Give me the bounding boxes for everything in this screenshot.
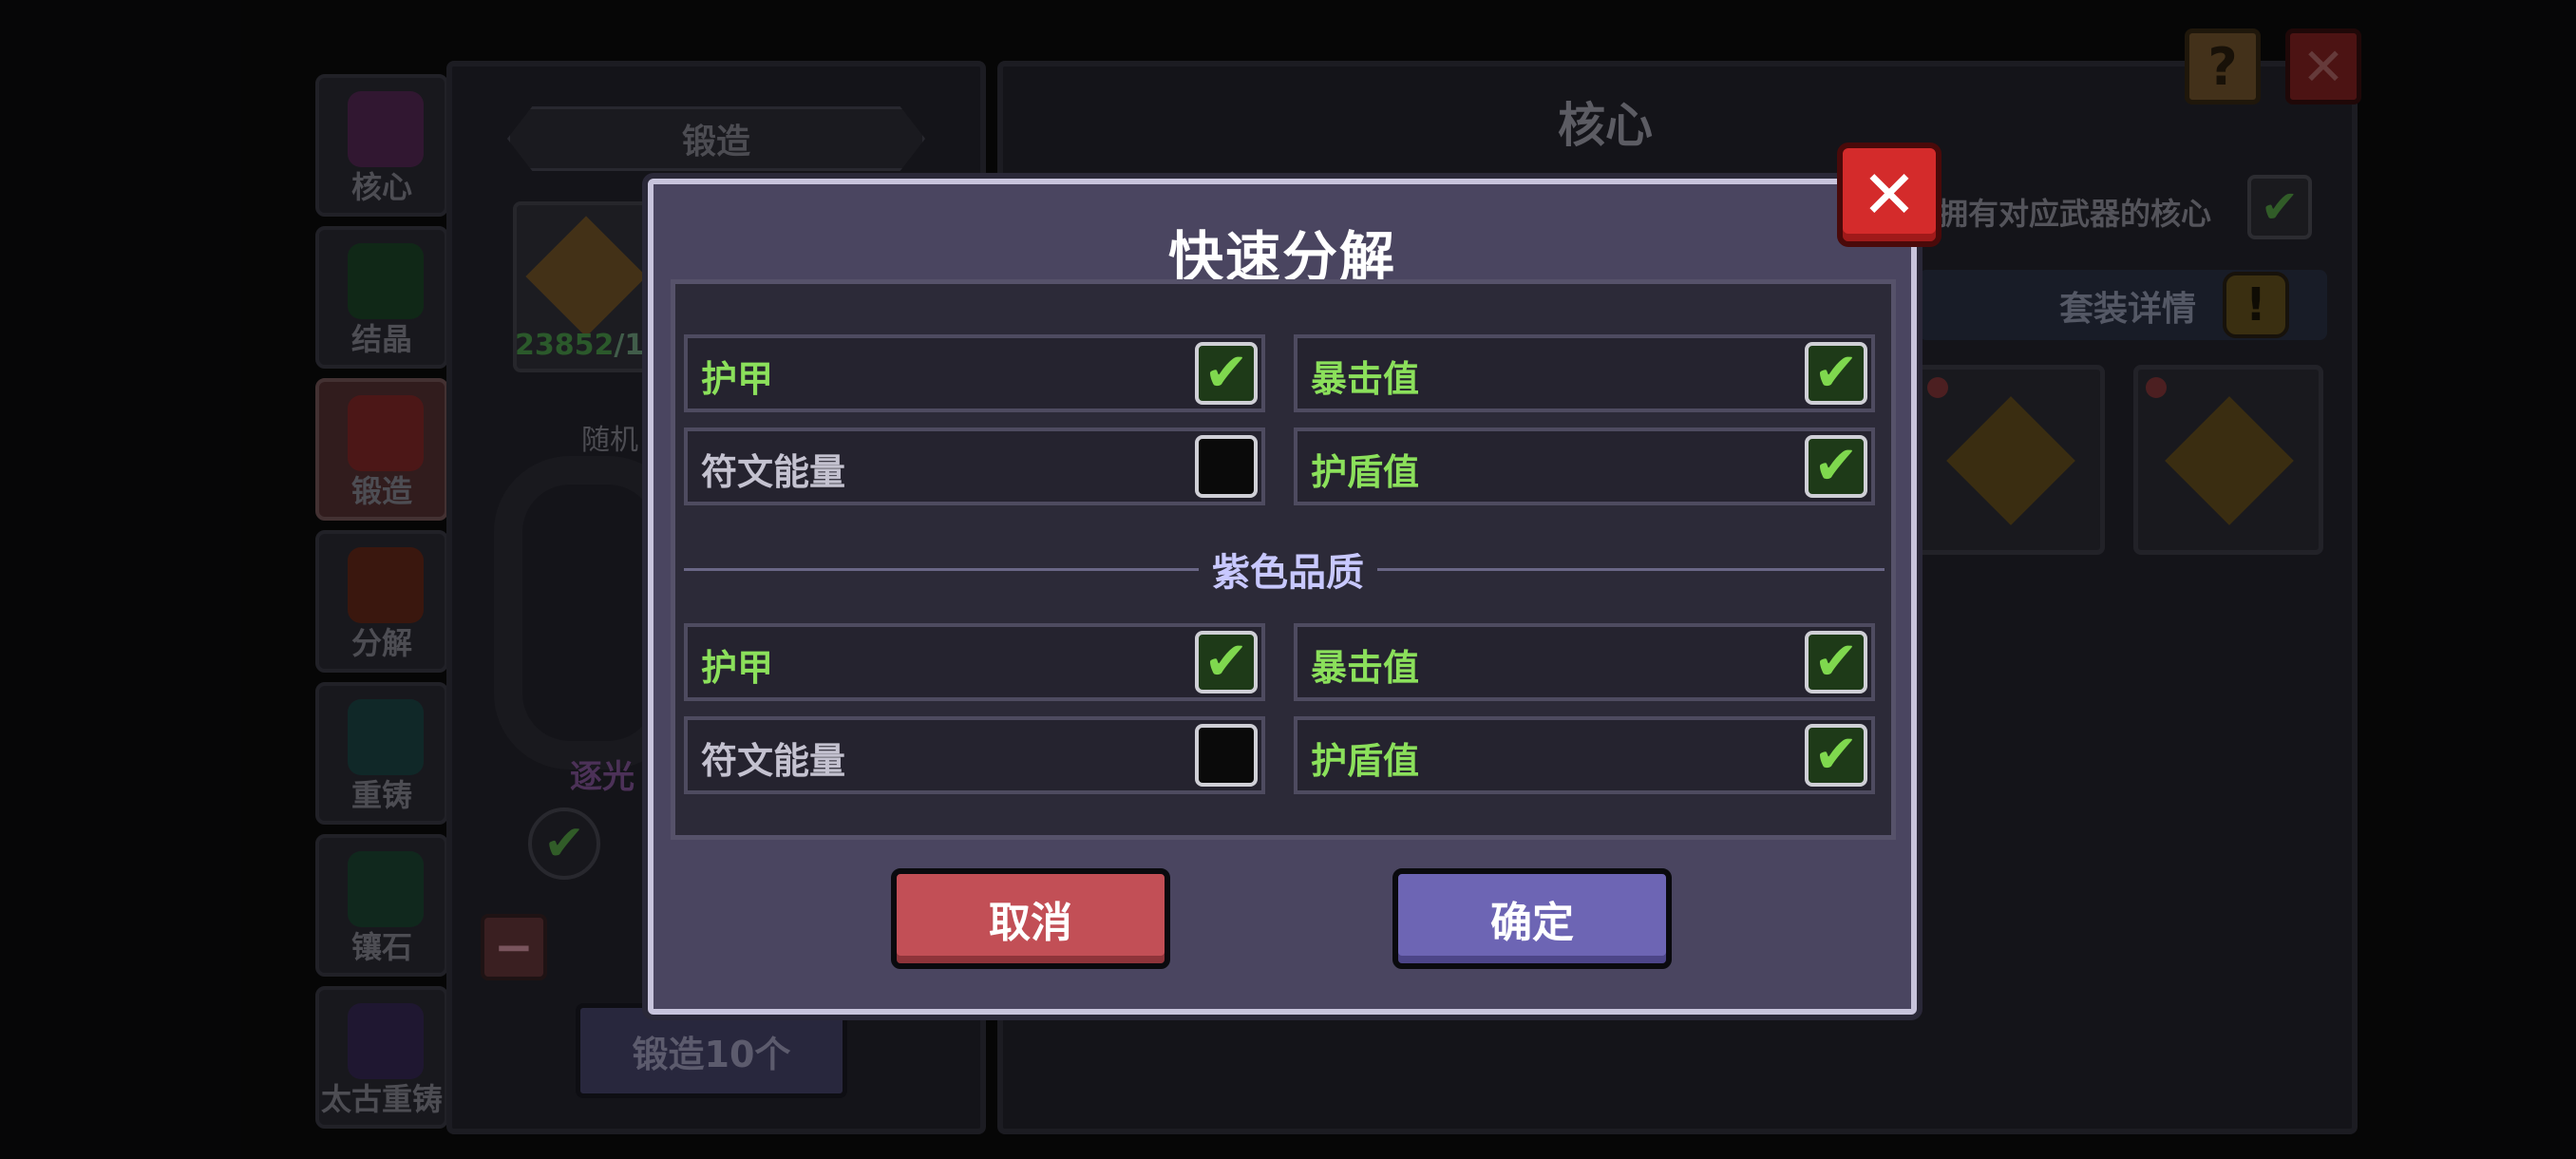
sidebar-item-label: 结晶 — [350, 321, 412, 357]
option-label: 暴击值 — [1311, 358, 1420, 400]
gem-icon — [2146, 377, 2167, 398]
option-label: 护盾值 — [1311, 740, 1420, 782]
sidebar-item-forge[interactable]: 锻造 — [315, 378, 448, 521]
gem-icon — [1927, 377, 1948, 398]
sidebar-item-recast[interactable]: 重铸 — [315, 682, 448, 825]
core-material-icon — [525, 216, 647, 337]
option-shield-purple[interactable]: 护盾值 ✔ — [1294, 716, 1875, 794]
option-shield[interactable]: 护盾值 ✔ — [1294, 428, 1875, 505]
check-icon: ✔ — [1813, 631, 1859, 693]
decrease-button[interactable]: − — [481, 914, 547, 980]
option-checkbox[interactable]: ✔ — [1805, 631, 1867, 694]
sidebar-item-label: 核心 — [350, 169, 412, 205]
core-item-slot[interactable] — [2133, 365, 2323, 555]
forge-panel-title: 锻造 — [507, 106, 925, 171]
inlay-tab-icon — [348, 851, 424, 927]
sidebar-item-core[interactable]: 核心 — [315, 74, 448, 217]
check-icon: ✔ — [1203, 631, 1249, 693]
section-label-purple: 紫色品质 — [0, 542, 2576, 597]
forge-ten-button[interactable]: 锻造10个 — [576, 1003, 847, 1098]
check-icon: ✔ — [2260, 180, 2300, 234]
option-crit[interactable]: 暴击值 ✔ — [1294, 334, 1875, 412]
option-checkbox[interactable]: ✔ — [1195, 631, 1258, 694]
core-item-icon — [1946, 396, 2075, 525]
sidebar-item-ancient-recast[interactable]: 太古重铸 — [315, 986, 448, 1129]
core-item-slot[interactable] — [1915, 365, 2105, 555]
recast-tab-icon — [348, 699, 424, 775]
option-rune-energy[interactable]: 符文能量 — [684, 428, 1265, 505]
option-checkbox[interactable] — [1195, 435, 1258, 498]
ancient-recast-tab-icon — [348, 1003, 424, 1079]
option-label: 符文能量 — [701, 451, 846, 493]
option-label: 护甲 — [701, 647, 774, 689]
option-label: 护盾值 — [1311, 451, 1420, 493]
option-armor[interactable]: 护甲 ✔ — [684, 334, 1265, 412]
sidebar-item-label: 重铸 — [350, 777, 412, 813]
forge-material-count: 23852/10 — [515, 329, 665, 362]
confirm-button[interactable]: 确定 — [1392, 868, 1672, 969]
option-checkbox[interactable]: ✔ — [1195, 342, 1258, 405]
sidebar-item-label: 镶石 — [350, 929, 412, 965]
option-armor-purple[interactable]: 护甲 ✔ — [684, 623, 1265, 701]
cancel-button[interactable]: 取消 — [891, 868, 1170, 969]
sidebar-item-label: 太古重铸 — [320, 1081, 443, 1117]
check-icon: ✔ — [1813, 724, 1859, 786]
forge-auto-checkbox[interactable]: ✔ — [528, 808, 600, 880]
option-crit-purple[interactable]: 暴击值 ✔ — [1294, 623, 1875, 701]
core-filter-checkbox[interactable]: ✔ — [2247, 175, 2312, 239]
core-filter-label: 拥有对应武器的核心 — [1938, 196, 2212, 232]
option-rune-energy-purple[interactable]: 符文能量 — [684, 716, 1265, 794]
sidebar-item-inlay[interactable]: 镶石 — [315, 834, 448, 977]
close-panel-button[interactable]: ✕ — [2285, 28, 2361, 104]
crystal-tab-icon — [348, 243, 424, 319]
option-label: 暴击值 — [1311, 647, 1420, 689]
core-tab-icon — [348, 91, 424, 167]
option-checkbox[interactable]: ✔ — [1805, 342, 1867, 405]
option-checkbox[interactable] — [1195, 724, 1258, 787]
option-label: 护甲 — [701, 358, 774, 400]
core-panel-title: 核心 — [1558, 98, 1653, 153]
check-icon: ✔ — [1813, 435, 1859, 497]
forge-tab-icon — [348, 395, 424, 471]
sidebar-item-label: 锻造 — [350, 473, 412, 509]
core-item-icon — [2165, 396, 2294, 525]
check-icon: ✔ — [543, 815, 585, 872]
option-label: 符文能量 — [701, 740, 846, 782]
forge-quality-label: 逐光 — [570, 758, 635, 796]
info-icon[interactable]: ! — [2223, 272, 2289, 338]
sidebar-item-crystal[interactable]: 结晶 — [315, 226, 448, 369]
check-icon: ✔ — [1813, 342, 1859, 404]
close-icon: ✕ — [1861, 156, 1918, 234]
check-icon: ✔ — [1203, 342, 1249, 404]
set-details-label: 套装详情 — [2059, 290, 2197, 329]
help-button[interactable]: ? — [2185, 28, 2261, 104]
sidebar-item-label: 分解 — [350, 625, 412, 661]
option-checkbox[interactable]: ✔ — [1805, 724, 1867, 787]
dialog-close-button[interactable]: ✕ — [1837, 142, 1941, 247]
option-checkbox[interactable]: ✔ — [1805, 435, 1867, 498]
forge-random-label: 随机 — [581, 424, 638, 457]
